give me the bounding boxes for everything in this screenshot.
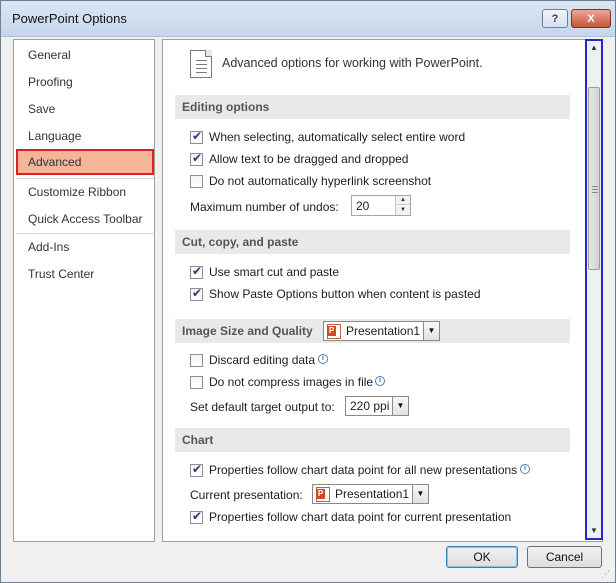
title-bar: PowerPoint Options ? X: [1, 1, 615, 37]
sidebar-item-trust-center[interactable]: Trust Center: [16, 261, 154, 287]
target-output-dropdown[interactable]: 220 ppi ▼: [345, 396, 409, 416]
sidebar-item-save[interactable]: Save: [16, 96, 154, 122]
target-output-label: Set default target output to:: [190, 400, 335, 414]
dialog-title: PowerPoint Options: [12, 11, 127, 26]
image-presentation-value: Presentation1: [346, 324, 421, 338]
image-size-title: Image Size and Quality: [182, 324, 313, 338]
no-compress-label: Do not compress images in file: [209, 375, 374, 389]
no-hyperlink-label: Do not automatically hyperlink screensho…: [209, 174, 432, 188]
help-button[interactable]: ?: [542, 9, 568, 28]
no-hyperlink-checkbox[interactable]: [190, 175, 203, 188]
chart-all-new-checkbox[interactable]: [190, 462, 203, 477]
select-entire-word-label: When selecting, automatically select ent…: [209, 130, 466, 144]
scrollbar-thumb[interactable]: [588, 87, 600, 270]
current-presentation-label: Current presentation:: [190, 488, 303, 502]
drag-drop-label: Allow text to be dragged and dropped: [209, 152, 409, 166]
chevron-down-icon[interactable]: ▼: [392, 397, 408, 415]
max-undos-spinner[interactable]: 20 ▲ ▼: [351, 195, 411, 216]
chart-current-label: Properties follow chart data point for c…: [209, 510, 512, 524]
sidebar-item-quick-access-toolbar[interactable]: Quick Access Toolbar: [16, 206, 154, 232]
cancel-button[interactable]: Cancel: [527, 546, 602, 568]
no-compress-checkbox[interactable]: [190, 376, 203, 389]
powerpoint-file-icon: [316, 487, 330, 502]
chart-all-new-label: Properties follow chart data point for a…: [209, 463, 518, 477]
sidebar-item-customize-ribbon[interactable]: Customize Ribbon: [16, 179, 154, 205]
max-undos-value[interactable]: 20: [356, 199, 369, 213]
select-entire-word-checkbox[interactable]: [190, 129, 203, 144]
image-presentation-dropdown[interactable]: Presentation1 ▼: [323, 321, 440, 341]
advanced-options-panel: Advanced options for working with PowerP…: [162, 39, 603, 542]
section-cut-copy-paste: Cut, copy, and paste: [175, 230, 570, 254]
chart-presentation-dropdown[interactable]: Presentation1 ▼: [312, 484, 429, 504]
info-icon[interactable]: i: [520, 464, 530, 474]
sidebar-item-advanced[interactable]: Advanced: [16, 149, 154, 175]
target-output-value: 220 ppi: [350, 399, 390, 413]
options-sidebar: General Proofing Save Language Advanced …: [13, 39, 155, 542]
section-chart: Chart: [175, 428, 570, 452]
spin-down-icon[interactable]: ▼: [396, 206, 410, 215]
spin-up-icon[interactable]: ▲: [396, 196, 410, 205]
options-page-icon: [190, 50, 212, 78]
section-editing-options: Editing options: [175, 95, 570, 119]
sidebar-item-language[interactable]: Language: [16, 123, 154, 149]
sidebar-item-add-ins[interactable]: Add-Ins: [16, 234, 154, 260]
vertical-scrollbar[interactable]: ▲ ▼: [585, 39, 603, 540]
chart-presentation-value: Presentation1: [335, 487, 410, 501]
powerpoint-options-dialog: PowerPoint Options ? X General Proofing …: [0, 0, 616, 583]
drag-drop-checkbox[interactable]: [190, 151, 203, 166]
chart-current-checkbox[interactable]: [190, 509, 203, 524]
scroll-down-icon[interactable]: ▼: [590, 526, 598, 535]
chevron-down-icon[interactable]: ▼: [412, 485, 428, 503]
info-icon[interactable]: i: [375, 376, 385, 386]
scroll-up-icon[interactable]: ▲: [590, 43, 598, 52]
sidebar-item-proofing[interactable]: Proofing: [16, 69, 154, 95]
paste-options-checkbox[interactable]: [190, 286, 203, 301]
smart-cut-paste-label: Use smart cut and paste: [209, 265, 340, 279]
resize-grip-icon[interactable]: ⋰: [601, 569, 613, 581]
discard-editing-data-checkbox[interactable]: [190, 354, 203, 367]
close-button[interactable]: X: [571, 9, 611, 28]
powerpoint-file-icon: [327, 324, 341, 339]
max-undos-label: Maximum number of undos:: [190, 200, 339, 214]
page-header: Advanced options for working with PowerP…: [222, 56, 483, 70]
info-icon[interactable]: i: [318, 354, 328, 364]
chevron-down-icon[interactable]: ▼: [423, 322, 439, 340]
ok-button[interactable]: OK: [446, 546, 518, 568]
sidebar-item-general[interactable]: General: [16, 42, 154, 68]
smart-cut-paste-checkbox[interactable]: [190, 264, 203, 279]
paste-options-label: Show Paste Options button when content i…: [209, 287, 481, 301]
discard-editing-data-label: Discard editing data: [209, 353, 316, 367]
